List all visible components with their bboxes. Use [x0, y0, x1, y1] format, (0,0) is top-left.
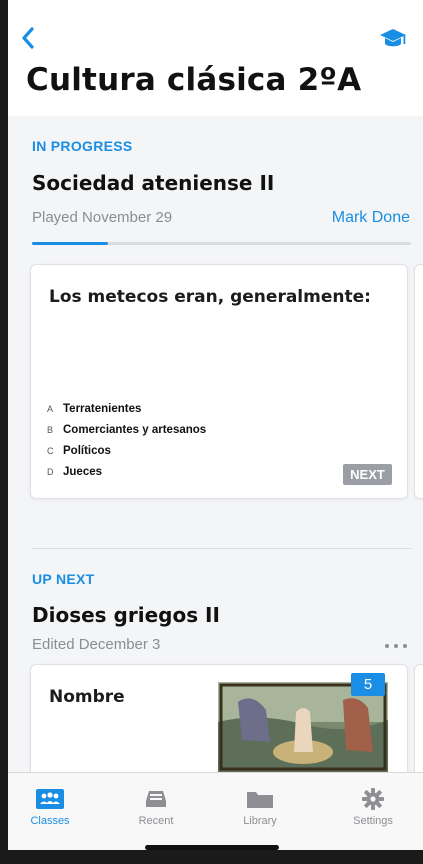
question-card[interactable]: Los metecos eran, generalmente: A Terrat… [30, 264, 408, 499]
home-indicator[interactable] [145, 845, 279, 850]
class-info-button[interactable] [378, 24, 408, 54]
in-progress-lesson-title[interactable]: Sociedad ateniense II [32, 171, 274, 195]
up-next-lesson-title[interactable]: Dioses griegos II [32, 603, 220, 627]
in-progress-label: IN PROGRESS [32, 138, 133, 154]
slide-count-badge: 5 [351, 673, 385, 696]
left-frame [0, 0, 8, 864]
lesson-progress-fill [32, 242, 108, 245]
up-next-card-title: Nombre [49, 687, 125, 707]
inbox-icon [142, 787, 170, 811]
graduation-cap-icon [380, 29, 406, 47]
more-horizontal-icon[interactable] [385, 641, 407, 651]
chevron-left-icon [22, 27, 34, 49]
page-title: Cultura clásica 2ºA [26, 62, 362, 98]
next-card-peek[interactable] [414, 264, 423, 499]
up-next-card[interactable]: Nombre 5 [30, 664, 408, 772]
tab-classes[interactable]: Classes [8, 787, 95, 827]
bottom-frame [0, 850, 423, 864]
tab-recent[interactable]: Recent [111, 787, 201, 827]
question-text: Los metecos eran, generalmente: [49, 287, 371, 307]
up-next-peek-card[interactable] [414, 664, 423, 772]
app-window: Cultura clásica 2ºA IN PROGRESS Sociedad… [8, 0, 423, 864]
back-button[interactable] [16, 24, 40, 52]
up-next-label: UP NEXT [32, 571, 95, 587]
folder-icon [246, 787, 274, 811]
option-b[interactable]: B Comerciantes y artesanos [47, 424, 206, 436]
option-d[interactable]: D Jueces [47, 466, 102, 478]
gear-icon [359, 787, 387, 811]
up-next-meta: Edited December 3 [32, 636, 161, 653]
tab-settings[interactable]: Settings [328, 787, 418, 827]
tab-bar: Classes Recent Library Settings [8, 772, 423, 851]
tab-library[interactable]: Library [215, 787, 305, 827]
section-divider [32, 548, 411, 549]
lesson-progress-bar [32, 242, 411, 245]
header: Cultura clásica 2ºA [8, 0, 423, 118]
content-area[interactable]: IN PROGRESS Sociedad ateniense II Played… [8, 116, 423, 772]
next-button[interactable]: NEXT [343, 464, 392, 485]
people-icon [36, 787, 64, 811]
mark-done-button[interactable]: Mark Done [332, 209, 410, 227]
option-a[interactable]: A Terratenientes [47, 403, 141, 415]
option-c[interactable]: C Políticos [47, 445, 111, 457]
in-progress-meta: Played November 29 [32, 209, 173, 226]
